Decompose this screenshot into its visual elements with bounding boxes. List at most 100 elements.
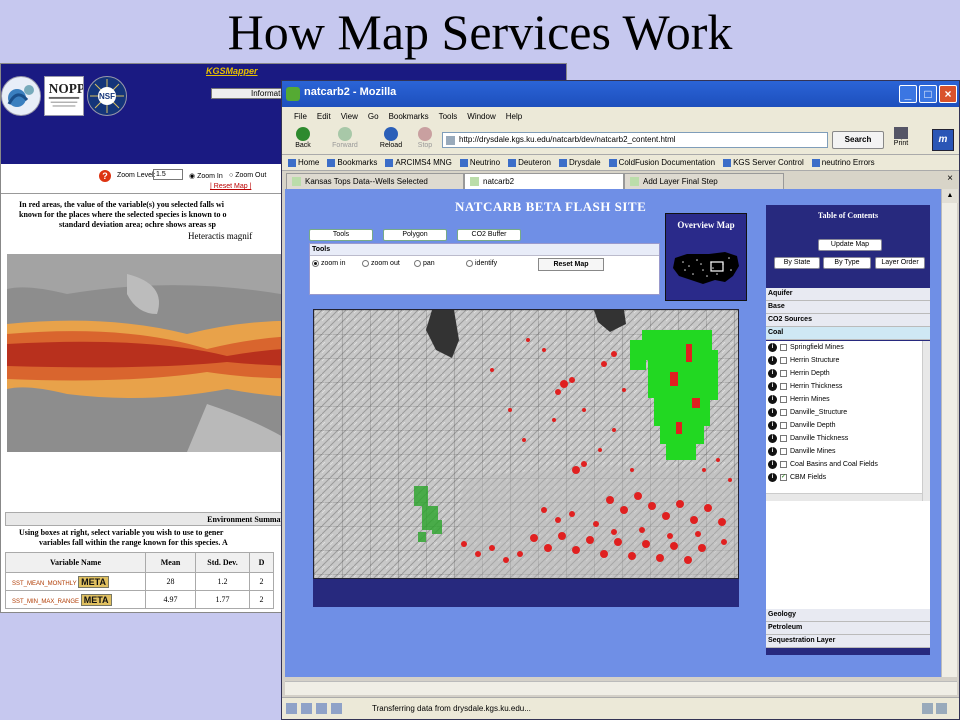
tab-natcarb2[interactable]: natcarb2 [464,173,624,189]
layer-checkbox[interactable] [780,448,787,455]
close-tab-icon[interactable]: × [947,173,953,184]
layer-checkbox[interactable] [780,409,787,416]
info-icon[interactable]: i [768,369,777,378]
mail-icon[interactable] [286,703,297,714]
layer-item[interactable]: i Danville Depth [766,419,930,432]
minimize-button[interactable]: _ [899,85,917,103]
toc-section-coal[interactable]: Coal [766,327,930,340]
bookmark-neutrino[interactable]: Neutrino [459,158,500,167]
zoom-in-radio[interactable]: zoom in [312,260,346,267]
meta-button[interactable]: META [80,593,112,606]
back-button[interactable]: Back [288,127,318,149]
layer-item[interactable]: i Danville Mines [766,445,930,458]
toc-section-base[interactable]: Base [766,301,930,314]
menu-bookmarks[interactable]: Bookmarks [389,112,429,121]
toc-section-geology[interactable]: Geology [766,609,930,622]
url-input[interactable]: http://drysdale.kgs.ku.edu/natcarb/dev/n… [442,132,828,148]
bookmark-bookmarks[interactable]: Bookmarks [327,158,377,167]
print-button[interactable]: Print [888,127,914,147]
layer-item[interactable]: i Herrin Structure [766,354,930,367]
layer-item[interactable]: i Danville Thickness [766,432,930,445]
layer-checkbox[interactable] [780,344,787,351]
main-map[interactable] [313,309,739,579]
offline-icon[interactable] [936,703,947,714]
layer-item[interactable]: i Herrin Thickness [766,380,930,393]
update-map-button[interactable]: Update Map [818,239,882,251]
layer-item[interactable]: i ✓ CBM Fields [766,471,930,484]
bookmark-coldfusion[interactable]: ColdFusion Documentation [608,158,715,167]
polygon-button[interactable]: Polygon [383,229,447,241]
bookmark-neutrino-errors[interactable]: neutrino Errors [811,158,875,167]
by-type-button[interactable]: By Type [823,257,871,269]
bookmark-kgs-server[interactable]: KGS Server Control [723,158,804,167]
zoom-in-radio[interactable]: ◉ Zoom In [189,172,223,180]
menu-tools[interactable]: Tools [439,112,458,121]
info-icon[interactable]: i [768,356,777,365]
layer-checkbox[interactable] [780,383,787,390]
security-icon[interactable] [922,703,933,714]
info-icon[interactable]: i [768,382,777,391]
info-icon[interactable]: i [768,343,777,352]
tools-button[interactable]: Tools [309,229,373,241]
info-icon[interactable]: i [768,473,777,482]
identify-radio[interactable]: identify [466,260,497,267]
reload-button[interactable]: Reload [376,127,406,149]
layer-item[interactable]: i Herrin Depth [766,367,930,380]
reset-map-link[interactable]: | Reset Map | [210,183,251,190]
layer-checkbox[interactable] [780,435,787,442]
menu-file[interactable]: File [294,112,307,121]
menu-view[interactable]: View [341,112,358,121]
layer-item[interactable]: i Springfield Mines [766,341,930,354]
addressbook-icon[interactable] [331,703,342,714]
toc-section-aquifer[interactable]: Aquifer [766,288,930,301]
tab-kansas-tops[interactable]: Kansas Tops Data--Wells Selected [286,173,464,189]
tab-add-layer[interactable]: Add Layer Final Step [624,173,784,189]
layer-checkbox[interactable] [780,396,787,403]
layer-checkbox[interactable] [780,422,787,429]
info-icon[interactable]: i [768,395,777,404]
pan-radio[interactable]: pan [414,260,435,267]
kgsmapper-link[interactable]: KGSMapper [206,66,258,76]
zoom-out-radio[interactable]: ○ Zoom Out [229,172,266,179]
window-titlebar[interactable]: natcarb2 - Mozilla _ □ × [282,81,959,107]
info-icon[interactable]: i [768,447,777,456]
menu-edit[interactable]: Edit [317,112,331,121]
layer-item[interactable]: i Danville_Structure [766,406,930,419]
meta-button[interactable]: META [78,575,109,588]
bookmark-drysdale[interactable]: Drysdale [558,158,601,167]
layer-checkbox[interactable] [780,461,787,468]
layer-order-button[interactable]: Layer Order [875,257,925,269]
layer-checkbox[interactable] [780,370,787,377]
layer-item[interactable]: i Coal Basins and Coal Fields [766,458,930,471]
stop-button[interactable]: Stop [410,127,440,149]
overview-map[interactable]: Overview Map [665,213,747,301]
layer-list-hscrollbar[interactable] [766,493,922,501]
page-vertical-scrollbar[interactable]: ▲ [941,189,958,677]
menu-help[interactable]: Help [506,112,522,121]
info-icon[interactable]: i [768,421,777,430]
zoom-level-select[interactable]: 1.5 [153,169,183,180]
page-horizontal-scrollbar[interactable] [285,681,957,695]
info-icon[interactable]: i [768,434,777,443]
zoom-out-radio[interactable]: zoom out [362,260,400,267]
bookmark-deuteron[interactable]: Deuteron [508,158,551,167]
by-state-button[interactable]: By State [774,257,820,269]
layer-list-scrollbar[interactable] [922,341,930,501]
search-button[interactable]: Search [832,131,884,149]
toc-section-sequestration[interactable]: Sequestration Layer [766,635,930,648]
navigator-icon[interactable] [301,703,312,714]
reset-map-button[interactable]: Reset Map [538,258,604,271]
menu-window[interactable]: Window [467,112,495,121]
toc-section-petroleum[interactable]: Petroleum [766,622,930,635]
toc-section-co2-sources[interactable]: CO2 Sources [766,314,930,327]
layer-item[interactable]: i Herrin Mines [766,393,930,406]
menu-go[interactable]: Go [368,112,379,121]
help-icon[interactable]: ? [99,170,111,182]
layer-checkbox[interactable] [780,357,787,364]
maximize-button[interactable]: □ [919,85,937,103]
info-icon[interactable]: i [768,460,777,469]
bookmark-home[interactable]: Home [288,158,319,167]
co2-buffer-button[interactable]: CO2 Buffer [457,229,521,241]
forward-button[interactable]: Forward [330,127,360,149]
info-icon[interactable]: i [768,408,777,417]
